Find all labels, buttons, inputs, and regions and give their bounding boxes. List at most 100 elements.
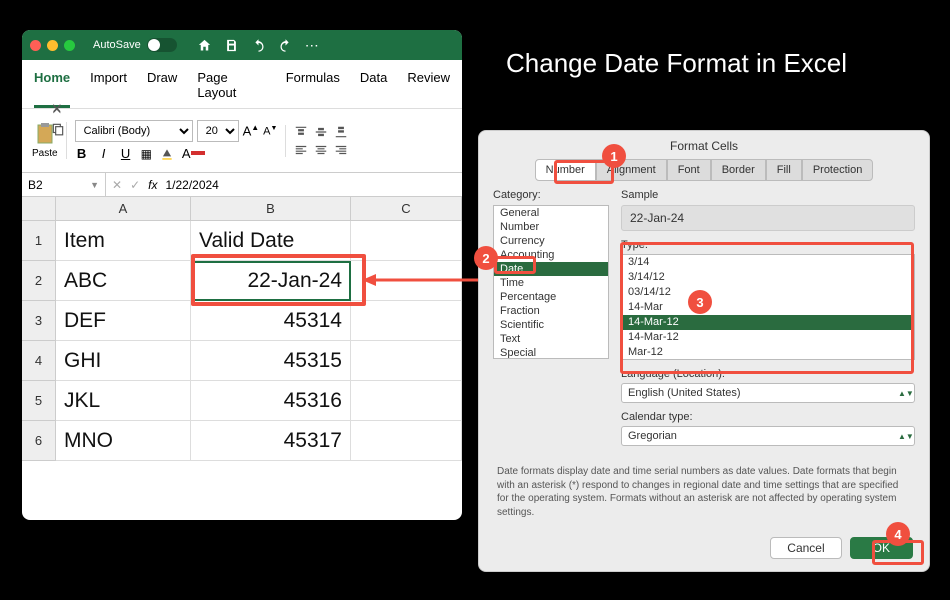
chevron-down-icon[interactable]: ▼ — [90, 180, 99, 190]
tab-pagelayout[interactable]: Page Layout — [197, 66, 265, 108]
type-item[interactable]: 03/14/12 — [622, 285, 914, 300]
cell[interactable]: 45314 — [191, 301, 351, 341]
tab-insert[interactable]: Import — [90, 66, 127, 108]
tab-formulas[interactable]: Formulas — [286, 66, 340, 108]
dlg-tab-font[interactable]: Font — [667, 159, 711, 181]
tab-data[interactable]: Data — [360, 66, 387, 108]
stepper-icon[interactable]: ▲▼ — [898, 434, 908, 439]
cell[interactable]: 45317 — [191, 421, 351, 461]
category-item[interactable]: Number — [494, 220, 608, 234]
align-bottom-icon[interactable] — [334, 125, 348, 139]
bold-button[interactable]: B — [75, 146, 89, 161]
category-item[interactable]: Date — [494, 262, 608, 276]
cell[interactable] — [351, 261, 462, 301]
row-header[interactable]: 5 — [22, 381, 56, 421]
column-header[interactable]: A — [56, 197, 191, 221]
row-header[interactable]: 2 — [22, 261, 56, 301]
cell[interactable]: DEF — [56, 301, 191, 341]
category-item[interactable]: Currency — [494, 234, 608, 248]
dlg-tab-alignment[interactable]: Alignment — [596, 159, 667, 181]
align-right-icon[interactable] — [334, 143, 348, 157]
fx-icon[interactable]: fx — [148, 178, 157, 192]
type-item[interactable]: 14-Mar-12 — [622, 315, 914, 330]
row-header[interactable]: 3 — [22, 301, 56, 341]
cancel-button[interactable]: Cancel — [770, 537, 841, 559]
category-item[interactable]: Scientific — [494, 318, 608, 332]
category-item[interactable]: Text — [494, 332, 608, 346]
cell[interactable]: Item — [56, 221, 191, 261]
save-icon[interactable] — [224, 38, 239, 53]
decrease-font-icon[interactable]: A▼ — [263, 125, 277, 138]
font-name-select[interactable]: Calibri (Body) — [75, 120, 193, 142]
tab-review[interactable]: Review — [407, 66, 450, 108]
border-icon[interactable]: ▦ — [141, 147, 152, 161]
row-header[interactable]: 4 — [22, 341, 56, 381]
fill-color-icon[interactable] — [160, 147, 174, 161]
cell[interactable]: 45315 — [191, 341, 351, 381]
tab-home[interactable]: Home — [34, 66, 70, 108]
minimize-icon[interactable] — [47, 40, 58, 51]
confirm-formula-icon[interactable]: ✓ — [130, 178, 140, 192]
category-item[interactable]: General — [494, 206, 608, 220]
home-icon[interactable] — [197, 38, 212, 53]
category-item[interactable]: Special — [494, 346, 608, 359]
language-select[interactable]: English (United States) ▲▼ — [621, 383, 915, 403]
calendar-select[interactable]: Gregorian ▲▼ — [621, 426, 915, 446]
spreadsheet-grid[interactable]: ABC1ItemValid Date2ABC22-Jan-243DEF45314… — [22, 197, 462, 461]
cell[interactable]: 22-Jan-24 — [191, 261, 351, 301]
cell[interactable]: 45316 — [191, 381, 351, 421]
type-item[interactable]: 3/14 — [622, 255, 914, 270]
align-left-icon[interactable] — [294, 143, 308, 157]
close-icon[interactable] — [30, 40, 41, 51]
column-header[interactable]: C — [351, 197, 462, 221]
cut-icon[interactable] — [51, 104, 65, 118]
namebox[interactable]: B2 ▼ — [22, 173, 106, 196]
stepper-icon[interactable]: ▲▼ — [898, 391, 908, 396]
type-item[interactable]: 14-Mar-12 — [622, 330, 914, 345]
increase-font-icon[interactable]: A▲ — [243, 123, 260, 138]
category-item[interactable]: Time — [494, 276, 608, 290]
dlg-tab-border[interactable]: Border — [711, 159, 766, 181]
cell[interactable] — [351, 341, 462, 381]
redo-icon[interactable] — [278, 38, 293, 53]
maximize-icon[interactable] — [64, 40, 75, 51]
row-header[interactable]: 6 — [22, 421, 56, 461]
underline-button[interactable]: U — [119, 146, 133, 161]
cell[interactable]: MNO — [56, 421, 191, 461]
formula-input[interactable]: 1/22/2024 — [165, 178, 218, 192]
autosave-toggle[interactable]: AutoSave — [93, 38, 177, 52]
toggle-off-icon[interactable] — [147, 38, 177, 52]
align-middle-icon[interactable] — [314, 125, 328, 139]
column-header[interactable]: B — [191, 197, 351, 221]
category-item[interactable]: Accounting — [494, 248, 608, 262]
select-all-corner[interactable] — [22, 197, 56, 221]
category-item[interactable]: Percentage — [494, 290, 608, 304]
align-top-icon[interactable] — [294, 125, 308, 139]
cell[interactable] — [351, 301, 462, 341]
align-center-icon[interactable] — [314, 143, 328, 157]
cell[interactable] — [351, 221, 462, 261]
type-list[interactable]: 3/143/14/1203/14/1214-Mar14-Mar-1214-Mar… — [621, 254, 915, 360]
cell[interactable] — [351, 381, 462, 421]
font-size-select[interactable]: 20 — [197, 120, 239, 142]
ok-button[interactable]: OK — [850, 537, 913, 559]
italic-button[interactable]: I — [97, 146, 111, 161]
undo-icon[interactable] — [251, 38, 266, 53]
cell[interactable]: ABC — [56, 261, 191, 301]
cell[interactable]: Valid Date — [191, 221, 351, 261]
category-item[interactable]: Fraction — [494, 304, 608, 318]
dlg-tab-number[interactable]: Number — [535, 159, 596, 181]
font-color-icon[interactable]: A — [182, 146, 205, 161]
row-header[interactable]: 1 — [22, 221, 56, 261]
type-item[interactable]: Mar-12 — [622, 345, 914, 360]
cell[interactable]: GHI — [56, 341, 191, 381]
dlg-tab-protection[interactable]: Protection — [802, 159, 874, 181]
type-item[interactable]: 3/14/12 — [622, 270, 914, 285]
type-item[interactable]: 14-Mar — [622, 300, 914, 315]
cell[interactable] — [351, 421, 462, 461]
tab-draw[interactable]: Draw — [147, 66, 177, 108]
category-list[interactable]: GeneralNumberCurrencyAccountingDateTimeP… — [493, 205, 609, 359]
more-icon[interactable]: ⋯ — [305, 37, 319, 54]
dlg-tab-fill[interactable]: Fill — [766, 159, 802, 181]
copy-icon[interactable] — [51, 122, 65, 136]
